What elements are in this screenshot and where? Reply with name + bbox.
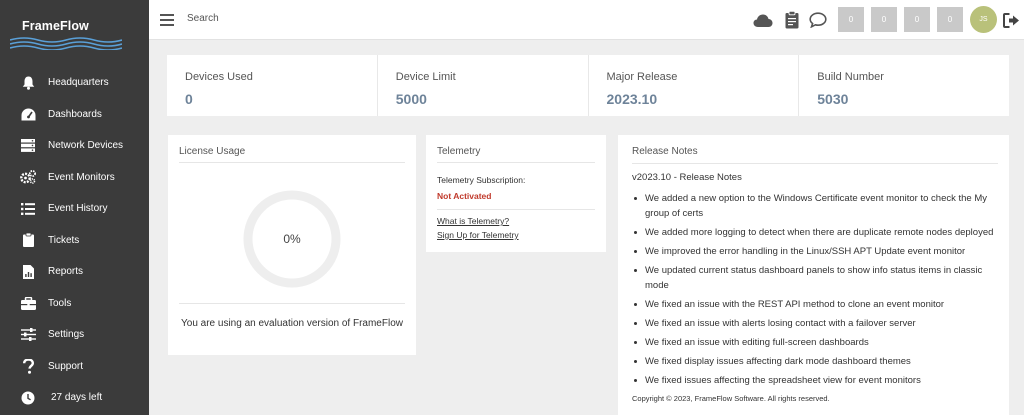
sidebar-item-label: Support	[48, 360, 84, 372]
copyright-text: Copyright © 2023, FrameFlow Software. Al…	[632, 394, 830, 403]
hamburger-menu-icon[interactable]	[160, 14, 174, 26]
search-input[interactable]	[187, 13, 387, 24]
release-note-item: We fixed an issue with editing full-scre…	[632, 335, 1002, 350]
release-note-item: We updated current status dashboard pane…	[632, 263, 1002, 293]
stat-value: 0	[185, 91, 193, 107]
report-icon	[20, 264, 36, 280]
sidebar-item-label: Dashboards	[48, 108, 102, 120]
usage-percent: 0%	[283, 232, 301, 246]
brand-waves-logo	[10, 37, 122, 50]
sidebar-item-headquarters[interactable]: Headquarters	[0, 67, 149, 99]
counter-badge[interactable]: 0	[937, 7, 963, 32]
cloud-icon[interactable]	[753, 10, 773, 30]
divider	[437, 162, 595, 163]
sign-up-telemetry-link[interactable]: Sign Up for Telemetry	[437, 230, 519, 240]
release-notes-list: We added a new option to the Windows Cer…	[632, 191, 1002, 392]
gauge-icon	[20, 106, 36, 122]
card-title: Release Notes	[632, 146, 698, 157]
sidebar-item-trial-days[interactable]: 27 days left	[0, 382, 149, 414]
what-is-telemetry-link[interactable]: What is Telemetry?	[437, 216, 509, 226]
sidebar-item-label: Network Devices	[48, 140, 124, 152]
clock-icon	[20, 390, 36, 406]
topbar: 0 0 0 0 JS	[149, 0, 1024, 40]
question-icon	[20, 358, 36, 374]
stat-label: Device Limit	[395, 71, 456, 83]
sidebar-item-label: Reports	[48, 266, 84, 278]
counter-badge[interactable]: 0	[838, 7, 864, 32]
sidebar-item-label: Tools	[48, 297, 72, 309]
divider	[437, 209, 595, 210]
clipboard-icon[interactable]	[782, 10, 802, 30]
stat-build-number: Build Number 5030	[799, 55, 1009, 116]
release-note-item: We fixed issues affecting the spreadshee…	[632, 373, 1002, 388]
sidebar-item-label: Tickets	[48, 234, 80, 246]
stat-devices-used: Devices Used 0	[167, 55, 378, 116]
list-icon	[20, 201, 36, 217]
evaluation-notice: You are using an evaluation version of F…	[181, 318, 403, 329]
stat-major-release: Major Release 2023.10	[589, 55, 800, 116]
sidebar-item-event-monitors[interactable]: Event Monitors	[0, 162, 149, 194]
card-title: Telemetry	[437, 146, 481, 157]
divider	[179, 162, 405, 163]
sidebar-item-support[interactable]: Support	[0, 351, 149, 383]
sidebar-nav: Headquarters Dashboards Network Devices …	[0, 67, 149, 414]
license-usage-card: License Usage 0% You are using an evalua…	[168, 135, 416, 355]
stat-value: 5000	[395, 91, 427, 107]
sidebar-item-label: Event Monitors	[48, 171, 115, 183]
sidebar-item-label: 27 days left	[51, 392, 103, 404]
counter-badge[interactable]: 0	[904, 7, 930, 32]
sidebar-item-label: Headquarters	[48, 77, 109, 89]
stat-label: Devices Used	[185, 71, 253, 83]
avatar[interactable]: JS	[970, 6, 997, 33]
release-notes-heading: v2023.10 - Release Notes	[632, 172, 742, 183]
sidebar-item-settings[interactable]: Settings	[0, 319, 149, 351]
stat-label: Build Number	[817, 71, 884, 83]
telemetry-status: Not Activated	[437, 191, 492, 201]
clipboard-icon	[20, 232, 36, 248]
sidebar-item-label: Event History	[48, 203, 108, 215]
release-note-item: We added a new option to the Windows Cer…	[632, 191, 1002, 221]
sidebar-item-dashboards[interactable]: Dashboards	[0, 99, 149, 131]
release-note-item: We fixed an issue with alerts losing con…	[632, 316, 1002, 331]
brand[interactable]: FrameFlow	[0, 0, 149, 58]
server-icon	[20, 138, 36, 154]
stat-value: 5030	[817, 91, 849, 107]
release-notes-card: Release Notes v2023.10 - Release Notes W…	[618, 135, 1009, 415]
logout-icon[interactable]	[1001, 10, 1021, 30]
release-note-item: We improved the error handling in the Li…	[632, 244, 1002, 259]
counter-badge[interactable]: 0	[871, 7, 897, 32]
sidebar: FrameFlow Headquarters Dashboards Networ…	[0, 0, 149, 415]
release-note-item: We added more logging to detect when the…	[632, 225, 1002, 240]
telemetry-subscription-label: Telemetry Subscription:	[437, 175, 526, 185]
sidebar-item-event-history[interactable]: Event History	[0, 193, 149, 225]
stat-device-limit: Device Limit 5000	[378, 55, 589, 116]
brand-name: FrameFlow	[22, 19, 89, 33]
release-note-item: We fixed display issues affecting dark m…	[632, 354, 1002, 369]
release-note-item: We fixed an issue with the REST API meth…	[632, 297, 1002, 312]
chat-icon[interactable]	[808, 10, 828, 30]
sidebar-item-tools[interactable]: Tools	[0, 288, 149, 320]
sidebar-item-tickets[interactable]: Tickets	[0, 225, 149, 257]
sidebar-item-label: Settings	[48, 329, 85, 341]
card-title: License Usage	[179, 146, 246, 157]
stat-label: Major Release	[606, 71, 678, 83]
sidebar-item-reports[interactable]: Reports	[0, 256, 149, 288]
sidebar-item-network-devices[interactable]: Network Devices	[0, 130, 149, 162]
divider	[179, 303, 405, 304]
sliders-icon	[20, 327, 36, 343]
gears-icon	[20, 169, 36, 185]
telemetry-card: Telemetry Telemetry Subscription: Not Ac…	[426, 135, 606, 252]
stats-panel: Devices Used 0 Device Limit 5000 Major R…	[167, 55, 1009, 116]
toolbox-icon	[20, 295, 36, 311]
bell-icon	[20, 75, 36, 91]
stat-value: 2023.10	[606, 91, 658, 107]
divider	[632, 163, 998, 164]
